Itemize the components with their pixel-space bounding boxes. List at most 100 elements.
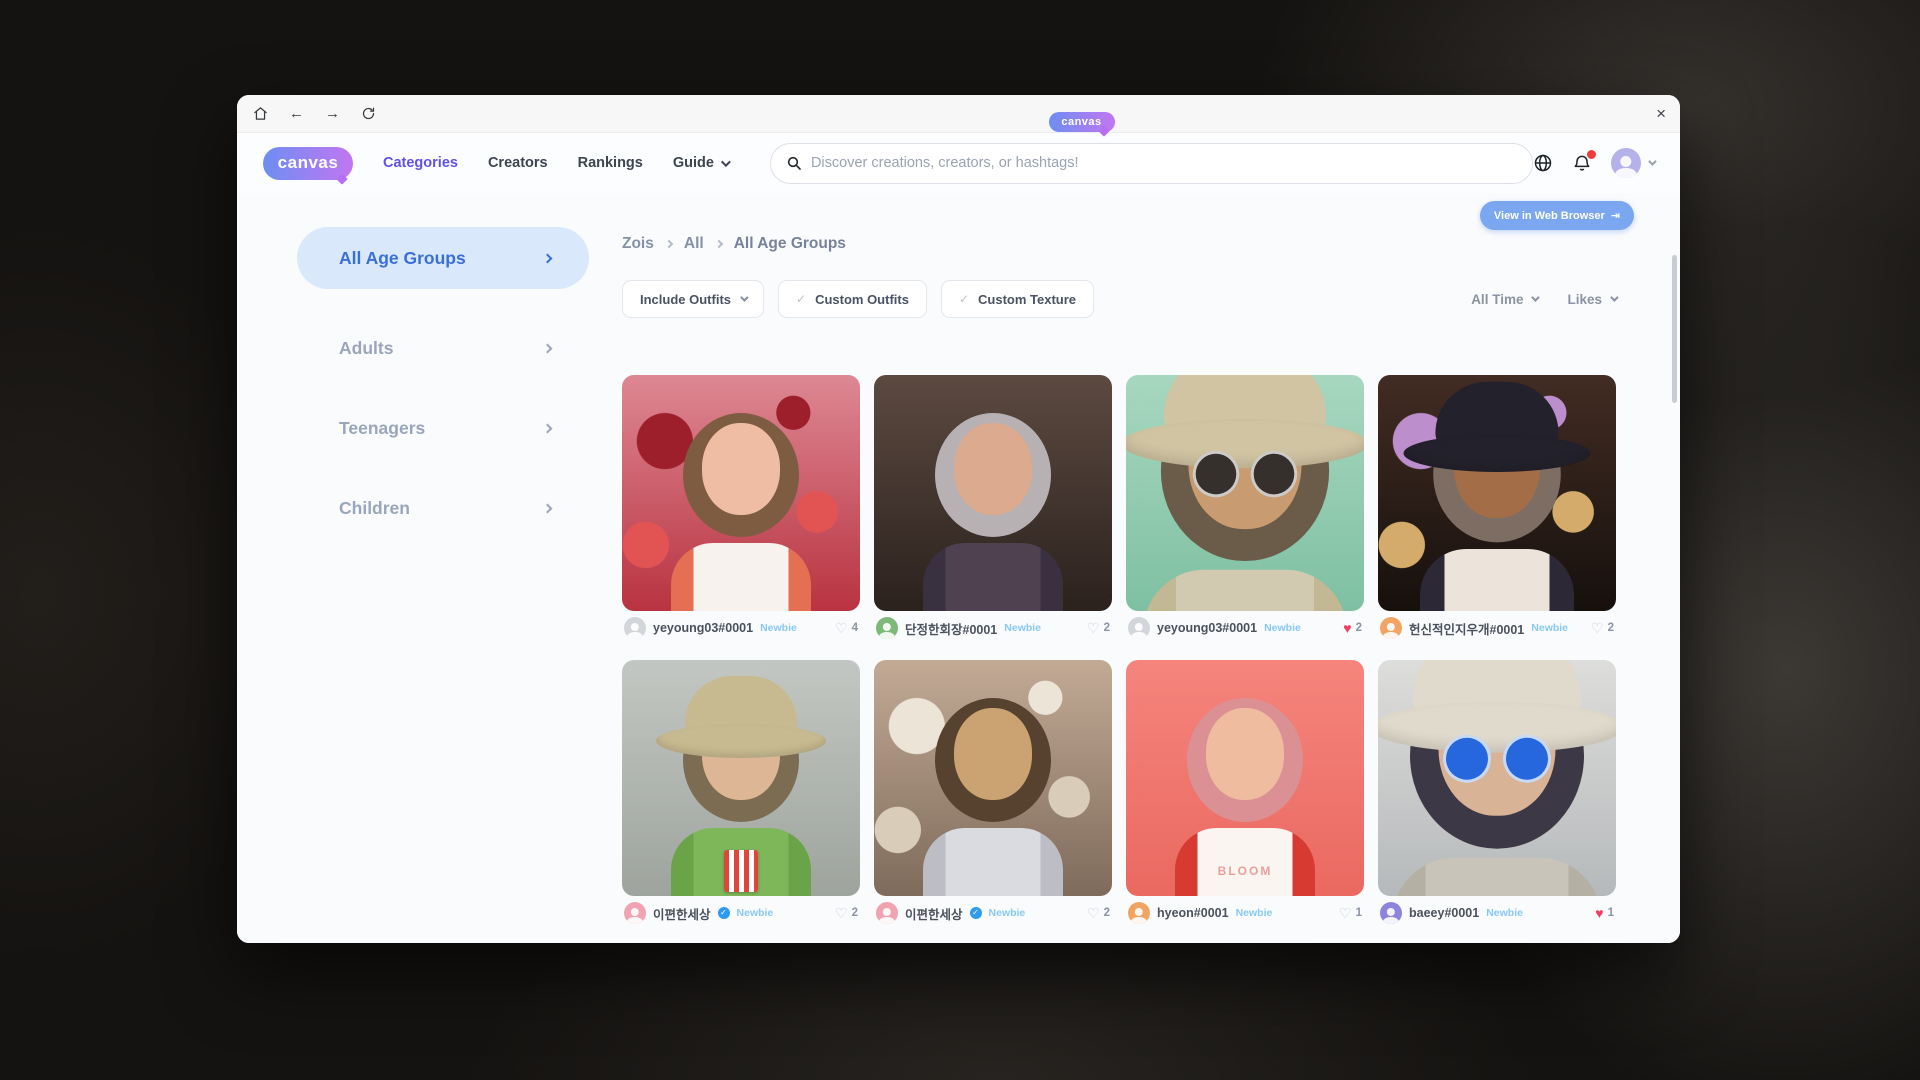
like-count: 2 bbox=[1104, 622, 1110, 634]
breadcrumb-all[interactable]: All bbox=[684, 235, 704, 253]
like-button[interactable]: ♡ 1 bbox=[1339, 906, 1362, 920]
sidebar-item-adults[interactable]: Adults bbox=[297, 333, 589, 363]
creation-image[interactable] bbox=[622, 660, 860, 896]
nav-rankings[interactable]: Rankings bbox=[578, 155, 643, 171]
creator-avatar[interactable] bbox=[1380, 617, 1402, 639]
nav-categories[interactable]: Categories bbox=[383, 155, 458, 171]
forward-button[interactable]: → bbox=[325, 106, 340, 121]
back-button[interactable]: ← bbox=[289, 106, 304, 121]
creation-card[interactable]: baeey#0001 ✓ Newbie ♥ 1 bbox=[1378, 660, 1616, 930]
creator-avatar[interactable] bbox=[624, 902, 646, 924]
like-button[interactable]: ♡ 2 bbox=[835, 906, 858, 920]
creator-name[interactable]: yeyoung03#0001 bbox=[653, 621, 753, 635]
sidebar: All Age Groups Adults Teenagers Children bbox=[297, 193, 589, 943]
like-button[interactable]: ♡ 2 bbox=[1087, 621, 1110, 635]
creator-name[interactable]: hyeon#0001 bbox=[1157, 906, 1229, 920]
avatar-figure bbox=[622, 660, 860, 896]
card-meta: 이편한세상 ✓ Newbie ♡ 2 bbox=[874, 896, 1112, 930]
card-meta: 단정한회장#0001 ✓ Newbie ♡ 2 bbox=[874, 611, 1112, 645]
creation-image[interactable]: BLOOM bbox=[1126, 660, 1364, 896]
like-count: 2 bbox=[1608, 622, 1614, 634]
language-button[interactable] bbox=[1533, 153, 1553, 173]
sidebar-item-all-age-groups[interactable]: All Age Groups bbox=[297, 227, 589, 289]
like-count: 1 bbox=[1608, 907, 1614, 919]
nav-creators[interactable]: Creators bbox=[488, 155, 548, 171]
creation-image[interactable] bbox=[622, 375, 860, 611]
creator-name[interactable]: 단정한회장#0001 bbox=[905, 619, 997, 638]
filter-custom-texture[interactable]: ✓ Custom Texture bbox=[941, 280, 1094, 318]
creation-image[interactable] bbox=[874, 375, 1112, 611]
creation-image[interactable] bbox=[874, 660, 1112, 896]
creator-avatar[interactable] bbox=[1128, 617, 1150, 639]
creation-image[interactable] bbox=[1126, 375, 1364, 611]
creation-image[interactable] bbox=[1378, 375, 1616, 611]
creator-name[interactable]: baeey#0001 bbox=[1409, 906, 1479, 920]
creation-card[interactable]: 단정한회장#0001 ✓ Newbie ♡ 2 bbox=[874, 375, 1112, 645]
breadcrumb-zois[interactable]: Zois bbox=[622, 235, 654, 253]
check-icon: ✓ bbox=[959, 292, 969, 306]
verified-icon: ✓ bbox=[970, 907, 982, 919]
figure-hat-brim bbox=[656, 724, 826, 758]
like-count: 2 bbox=[852, 907, 858, 919]
card-meta: yeyoung03#0001 ✓ Newbie ♡ 4 bbox=[622, 611, 860, 645]
like-button[interactable]: ♡ 2 bbox=[1591, 621, 1614, 635]
sidebar-item-children[interactable]: Children bbox=[297, 493, 589, 523]
like-icon: ♡ bbox=[1339, 906, 1352, 920]
scrollbar-thumb[interactable] bbox=[1672, 255, 1677, 403]
sidebar-item-teenagers[interactable]: Teenagers bbox=[297, 413, 589, 443]
creator-avatar[interactable] bbox=[624, 617, 646, 639]
figure-torso bbox=[1420, 549, 1574, 611]
like-button[interactable]: ♥ 2 bbox=[1343, 621, 1362, 635]
close-button[interactable]: × bbox=[1656, 104, 1666, 124]
creation-image[interactable] bbox=[1378, 660, 1616, 896]
like-icon: ♡ bbox=[835, 621, 848, 635]
figure-torso bbox=[671, 543, 811, 611]
reload-button[interactable] bbox=[361, 106, 376, 121]
search-icon bbox=[786, 155, 802, 171]
profile-menu[interactable] bbox=[1611, 148, 1654, 178]
search-bar[interactable] bbox=[770, 143, 1533, 184]
avatar-figure: BLOOM bbox=[1126, 660, 1364, 896]
creation-card[interactable]: yeyoung03#0001 ✓ Newbie ♥ 2 bbox=[1126, 375, 1364, 645]
creator-name[interactable]: yeyoung03#0001 bbox=[1157, 621, 1257, 635]
sort-all-time[interactable]: All Time bbox=[1471, 292, 1537, 307]
home-button[interactable] bbox=[253, 106, 268, 121]
avatar-figure bbox=[1378, 660, 1616, 896]
verified-icon: ✓ bbox=[718, 907, 730, 919]
like-button[interactable]: ♡ 2 bbox=[1087, 906, 1110, 920]
creator-avatar[interactable] bbox=[876, 617, 898, 639]
figure-glasses bbox=[1378, 735, 1616, 783]
like-button[interactable]: ♡ 4 bbox=[835, 621, 858, 635]
chevron-right-icon bbox=[543, 423, 553, 433]
like-button[interactable]: ♥ 1 bbox=[1595, 906, 1614, 920]
creator-badge: Newbie bbox=[1236, 907, 1273, 919]
creation-card[interactable]: 헌신적인지우개#0001 ✓ Newbie ♡ 2 bbox=[1378, 375, 1616, 645]
canvas-logo[interactable]: canvas bbox=[263, 147, 353, 180]
creator-avatar[interactable] bbox=[1380, 902, 1402, 924]
creator-avatar[interactable] bbox=[1128, 902, 1150, 924]
filter-custom-outfits[interactable]: ✓ Custom Outfits bbox=[778, 280, 927, 318]
creation-card[interactable]: 이편한세상 ✓ Newbie ♡ 2 bbox=[622, 660, 860, 930]
notifications-button[interactable] bbox=[1572, 153, 1592, 173]
creation-card[interactable]: BLOOM hyeon#0001 ✓ Newbie ♡ 1 bbox=[1126, 660, 1364, 930]
creation-card[interactable]: yeyoung03#0001 ✓ Newbie ♡ 4 bbox=[622, 375, 860, 645]
creator-avatar[interactable] bbox=[876, 902, 898, 924]
chevron-right-icon bbox=[714, 240, 722, 248]
view-in-web-browser-button[interactable]: View in Web Browser ⇥ bbox=[1480, 201, 1634, 230]
nav-guide[interactable]: Guide bbox=[673, 155, 728, 171]
search-input[interactable] bbox=[811, 155, 1517, 171]
avatar-figure bbox=[1126, 375, 1364, 611]
breadcrumb-all-age-groups: All Age Groups bbox=[734, 235, 846, 253]
like-count: 1 bbox=[1356, 907, 1362, 919]
titlebar-logo-text: canvas bbox=[1061, 116, 1101, 128]
chevron-down-icon bbox=[1610, 293, 1618, 301]
avatar-figure bbox=[874, 375, 1112, 611]
creator-name[interactable]: 이편한세상 bbox=[905, 904, 963, 923]
creator-name[interactable]: 헌신적인지우개#0001 bbox=[1409, 619, 1524, 638]
creation-card[interactable]: 이편한세상 ✓ Newbie ♡ 2 bbox=[874, 660, 1112, 930]
filter-include-outfits[interactable]: Include Outfits bbox=[622, 280, 764, 318]
figure-glasses bbox=[1126, 451, 1364, 497]
figure-hat-brim bbox=[1404, 435, 1591, 472]
sort-likes[interactable]: Likes bbox=[1567, 292, 1616, 307]
creator-name[interactable]: 이편한세상 bbox=[653, 904, 711, 923]
